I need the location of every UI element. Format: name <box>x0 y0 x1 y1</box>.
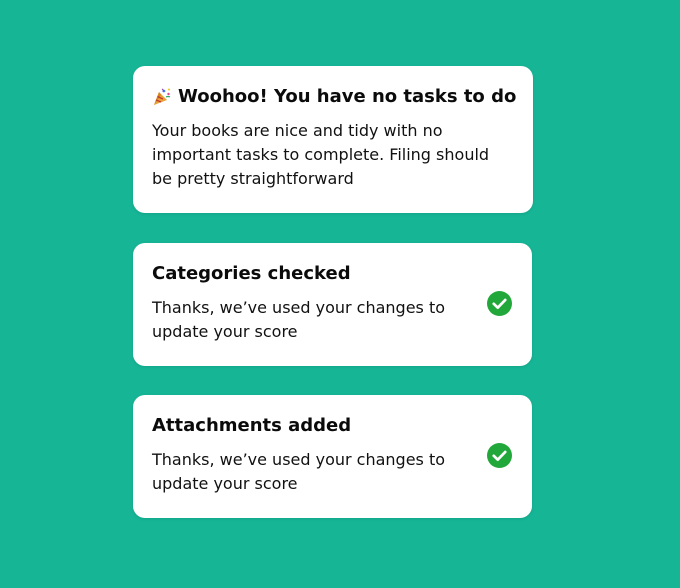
card-title: Attachments added <box>152 415 352 436</box>
categories-checked-card: Categories checked Thanks, we’ve used yo… <box>133 243 532 366</box>
card-title-row: Woohoo! You have no tasks to do <box>152 85 517 109</box>
no-tasks-card: Woohoo! You have no tasks to do Your boo… <box>133 66 533 213</box>
card-title: Woohoo! You have no tasks to do <box>178 86 517 107</box>
checkmark-circle-icon <box>487 443 512 468</box>
card-title: Categories checked <box>152 263 351 284</box>
card-description: Thanks, we’ve used your changes to updat… <box>152 298 446 341</box>
card-description: Thanks, we’ve used your changes to updat… <box>152 450 446 493</box>
attachments-added-card: Attachments added Thanks, we’ve used you… <box>133 395 532 518</box>
party-popper-icon <box>154 88 171 105</box>
card-description: Your books are nice and tidy with no imp… <box>152 121 490 188</box>
checkmark-circle-icon <box>487 291 512 316</box>
